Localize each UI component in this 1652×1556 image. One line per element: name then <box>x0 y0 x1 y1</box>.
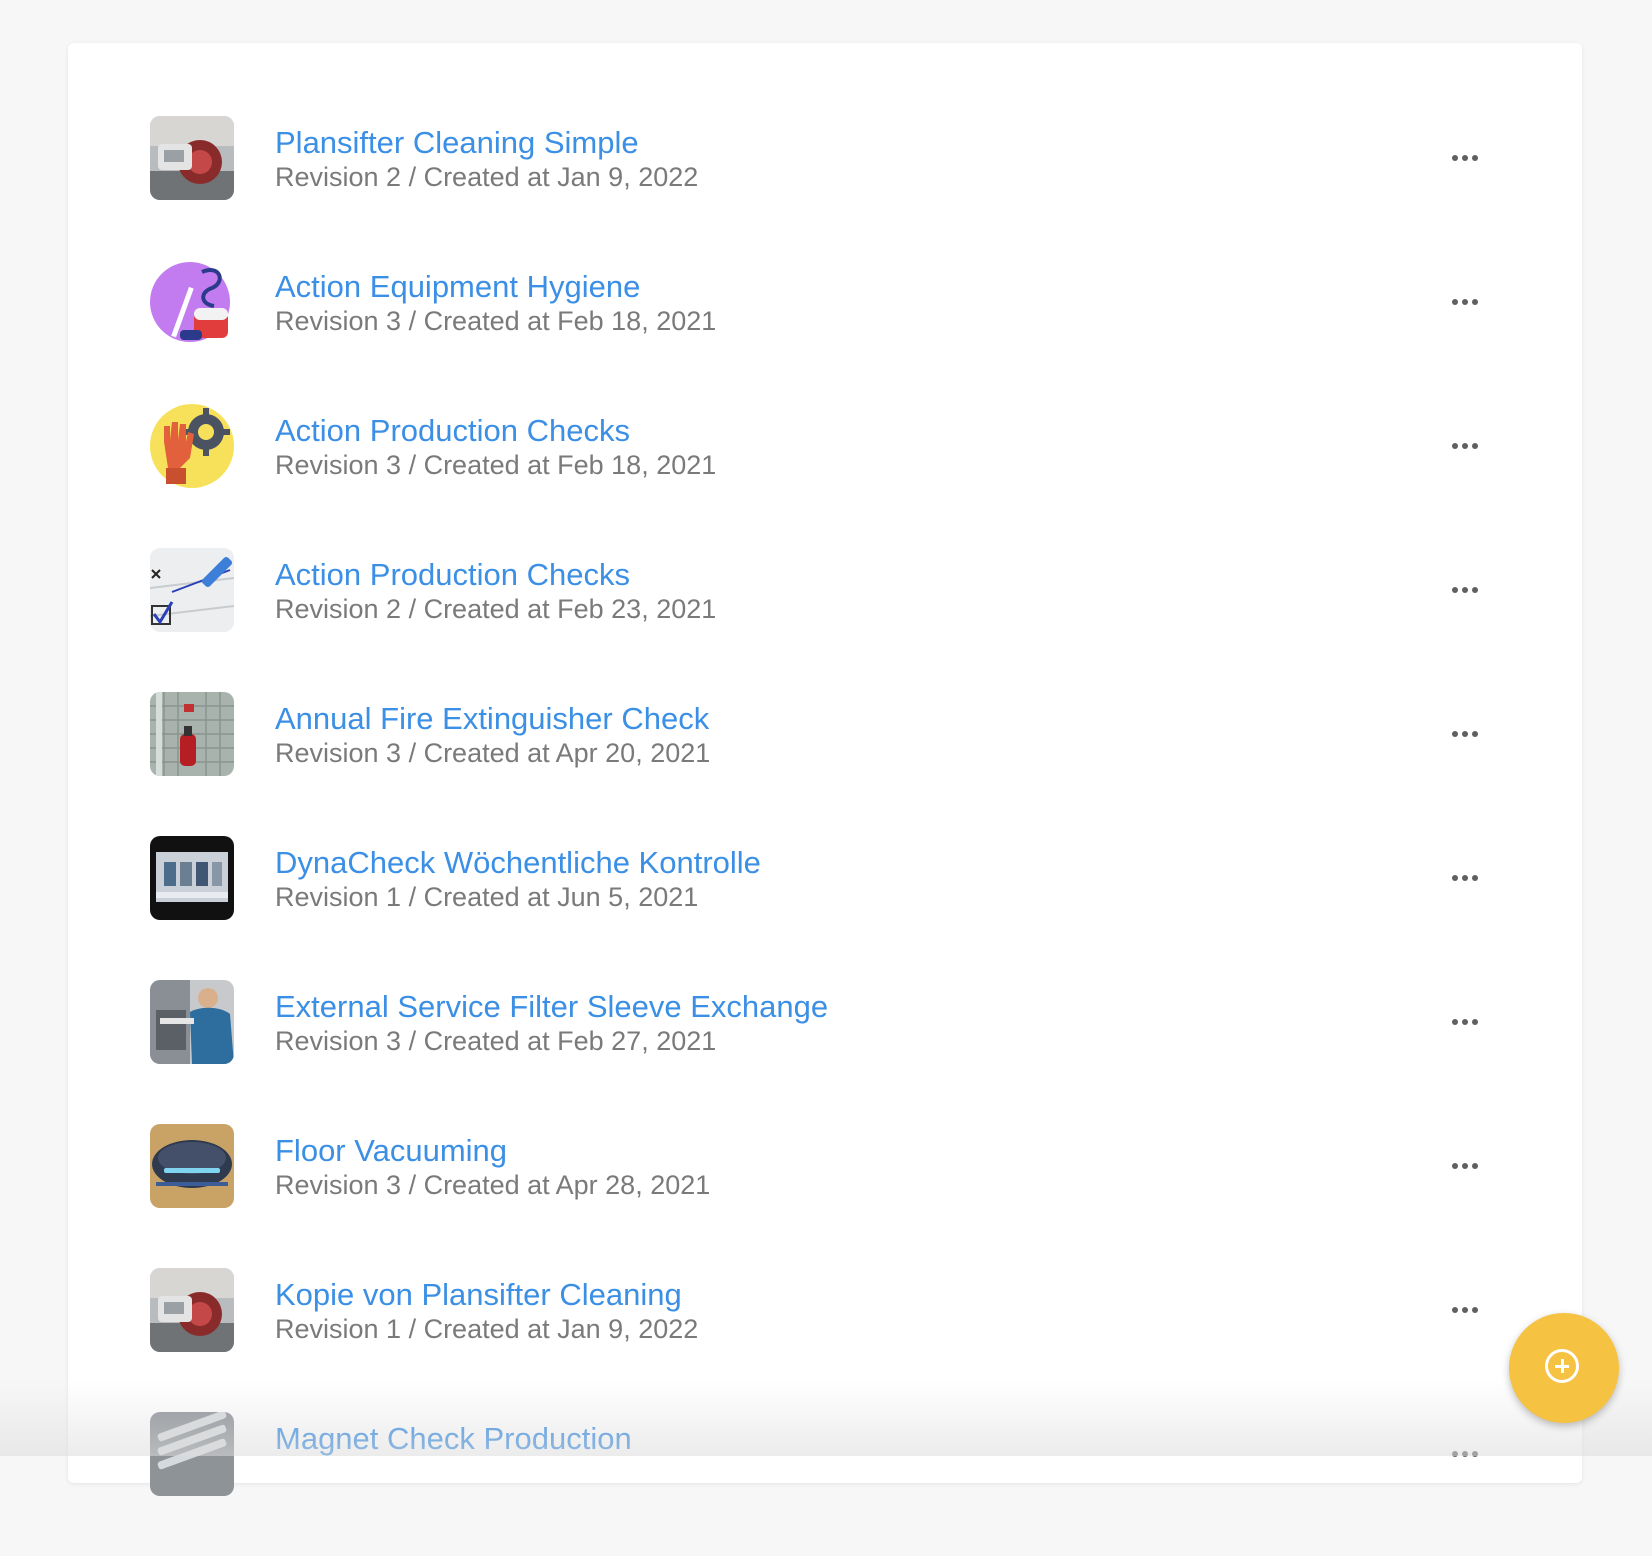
checklist-title[interactable]: Kopie von Plansifter Cleaning <box>275 1277 682 1313</box>
plus-circle-icon <box>1545 1349 1579 1383</box>
more-options-icon[interactable] <box>1445 578 1485 602</box>
list-item[interactable]: Action Production Checks Revision 2 / Cr… <box>68 548 1582 692</box>
checklist-title[interactable]: Floor Vacuuming <box>275 1133 507 1169</box>
more-options-icon[interactable] <box>1445 1442 1485 1466</box>
list-item[interactable]: External Service Filter Sleeve Exchange … <box>68 980 1582 1124</box>
list-item[interactable]: Kopie von Plansifter Cleaning Revision 1… <box>68 1268 1582 1412</box>
hygiene-thumbnail-icon <box>150 260 234 344</box>
checklist-list: Plansifter Cleaning Simple Revision 2 / … <box>68 116 1582 1556</box>
checklist-meta: Revision 1 / Created at Jun 5, 2021 <box>275 882 699 912</box>
checklist-meta: Revision 3 / Created at Feb 27, 2021 <box>275 1026 717 1056</box>
more-options-icon[interactable] <box>1445 290 1485 314</box>
checklist-title[interactable]: Action Equipment Hygiene <box>275 269 640 305</box>
checklist-title[interactable]: DynaCheck Wöchentliche Kontrolle <box>275 845 761 881</box>
checklist-meta: Revision 3 / Created at Apr 28, 2021 <box>275 1170 711 1200</box>
robot-vacuum-thumbnail-icon <box>150 1124 234 1208</box>
checkbox-pen-thumbnail-icon <box>150 548 234 632</box>
more-options-icon[interactable] <box>1445 1298 1485 1322</box>
more-options-icon[interactable] <box>1445 146 1485 170</box>
add-checklist-button[interactable] <box>1509 1313 1619 1423</box>
more-options-icon[interactable] <box>1445 1010 1485 1034</box>
plansifter-thumbnail-icon <box>150 116 234 200</box>
checklist-title[interactable]: Action Production Checks <box>275 557 630 593</box>
checklist-title[interactable]: External Service Filter Sleeve Exchange <box>275 989 828 1025</box>
checklist-meta: Revision 3 / Created at Feb 18, 2021 <box>275 306 717 336</box>
list-item[interactable]: Magnet Check Production <box>68 1412 1582 1556</box>
checklist-card: Plansifter Cleaning Simple Revision 2 / … <box>68 43 1582 1496</box>
list-item[interactable]: Annual Fire Extinguisher Check Revision … <box>68 692 1582 836</box>
list-item[interactable]: Action Production Checks Revision 3 / Cr… <box>68 404 1582 548</box>
glove-gear-thumbnail-icon <box>150 404 234 488</box>
checklist-title[interactable]: Annual Fire Extinguisher Check <box>275 701 709 737</box>
checklist-title[interactable]: Magnet Check Production <box>275 1421 632 1457</box>
checklist-meta: Revision 2 / Created at Jan 9, 2022 <box>275 162 699 192</box>
list-item[interactable]: DynaCheck Wöchentliche Kontrolle Revisio… <box>68 836 1582 980</box>
more-options-icon[interactable] <box>1445 1154 1485 1178</box>
fire-extinguisher-thumbnail-icon <box>150 692 234 776</box>
more-options-icon[interactable] <box>1445 866 1485 890</box>
checklist-title[interactable]: Plansifter Cleaning Simple <box>275 125 639 161</box>
more-options-icon[interactable] <box>1445 722 1485 746</box>
list-item[interactable]: Floor Vacuuming Revision 3 / Created at … <box>68 1124 1582 1268</box>
checklist-meta: Revision 1 / Created at Jan 9, 2022 <box>275 1314 699 1344</box>
list-item[interactable]: Action Equipment Hygiene Revision 3 / Cr… <box>68 260 1582 404</box>
magnet-grid-thumbnail-icon <box>150 1412 234 1496</box>
plansifter-thumbnail-icon <box>150 1268 234 1352</box>
checklist-meta: Revision 3 / Created at Apr 20, 2021 <box>275 738 711 768</box>
checklist-meta: Revision 2 / Created at Feb 23, 2021 <box>275 594 717 624</box>
checklist-title[interactable]: Action Production Checks <box>275 413 630 449</box>
more-options-icon[interactable] <box>1445 434 1485 458</box>
tablet-screen-thumbnail-icon <box>150 836 234 920</box>
checklist-meta: Revision 3 / Created at Feb 18, 2021 <box>275 450 717 480</box>
list-item[interactable]: Plansifter Cleaning Simple Revision 2 / … <box>68 116 1582 260</box>
service-worker-thumbnail-icon <box>150 980 234 1064</box>
